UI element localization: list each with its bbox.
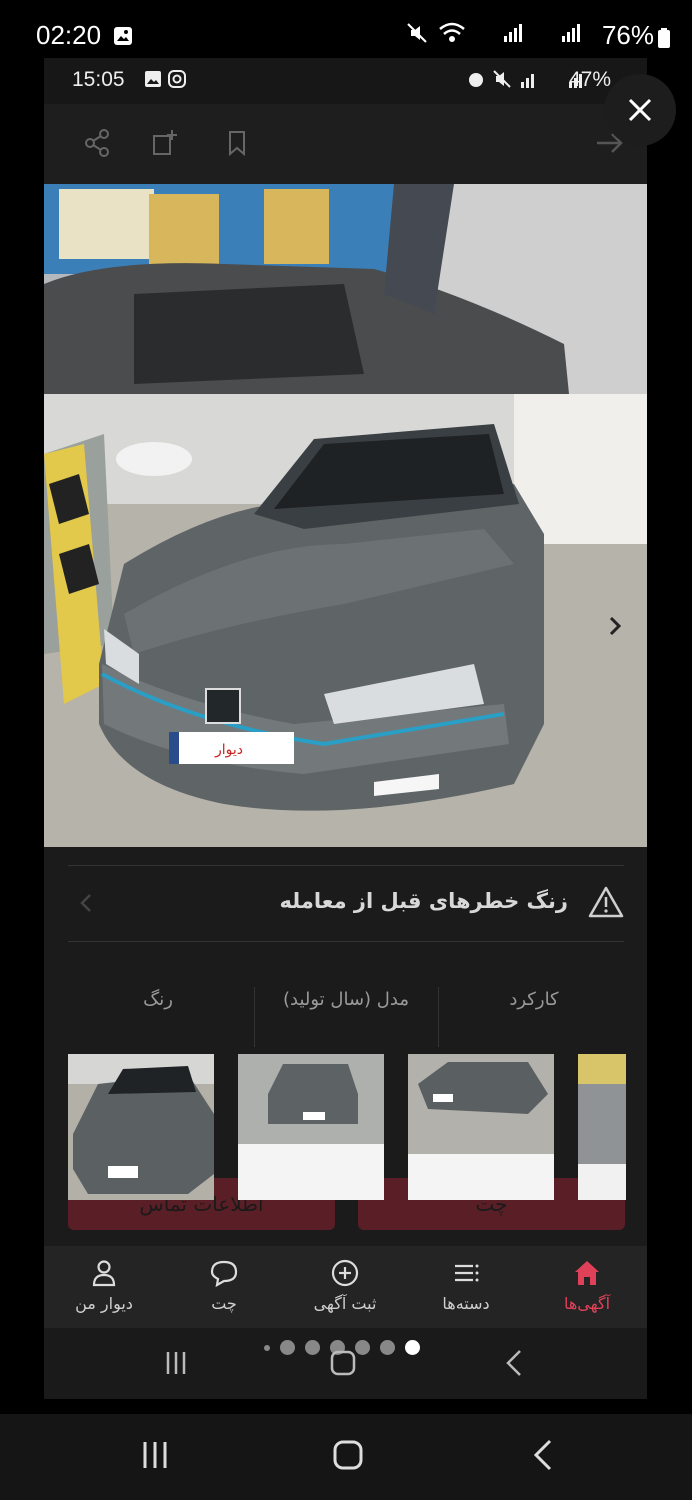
thumbnail[interactable] [408, 1054, 554, 1200]
nav-my-divar[interactable]: دیوار من [44, 1246, 164, 1328]
close-icon [628, 98, 652, 122]
user-icon [92, 1260, 116, 1287]
home-icon [575, 1261, 599, 1285]
divider [68, 941, 624, 942]
car-photo: دیوار [44, 184, 647, 847]
instagram-icon [168, 70, 186, 88]
inner-clock: 15:05 [72, 68, 125, 91]
nav-label: آگهی‌ها [563, 1294, 611, 1313]
warning-icon [588, 886, 624, 918]
nav-label: ثبت آگهی [313, 1294, 377, 1313]
add-icon [331, 1259, 359, 1287]
home-button-icon [330, 1350, 356, 1376]
gallery-next-icon[interactable] [603, 614, 627, 638]
color-label: رنگ [143, 989, 173, 1010]
bookmark-icon[interactable] [222, 128, 252, 158]
categories-icon [455, 1264, 479, 1282]
thumbnail[interactable] [68, 1054, 214, 1200]
page-dot-active [405, 1340, 420, 1355]
outer-battery-percent: 76% [601, 20, 654, 50]
page-dot [355, 1340, 370, 1355]
back-icon[interactable] [532, 1438, 554, 1472]
ad-specs: رنگ مدل (سال تولید) کارکرد [68, 977, 624, 1047]
page-dot [280, 1340, 295, 1355]
nav-chat[interactable]: چت [164, 1246, 284, 1328]
outer-system-navigation [0, 1414, 692, 1500]
plate-text: دیوار [214, 742, 243, 758]
signal-lte2-icon [562, 24, 580, 42]
signal-icon [521, 74, 534, 88]
nav-label: چت [211, 1294, 237, 1313]
page-dot [264, 1344, 270, 1351]
bottom-navigation: دیوار من چت ثبت آگهی دسته‌ها [44, 1246, 647, 1328]
nav-post-ad[interactable]: ثبت آگهی [285, 1246, 405, 1328]
alarm-icon [469, 73, 483, 87]
nav-ads[interactable]: آگهی‌ها [527, 1246, 647, 1328]
nav-categories[interactable]: دسته‌ها [406, 1246, 526, 1328]
gallery-icon [145, 71, 161, 87]
outer-clock: 02:20 [36, 20, 102, 50]
spec-divider [254, 987, 255, 1047]
model-year-label: مدل (سال تولید) [283, 989, 409, 1010]
scam-warning-text: زنگ خطرهای قبل از معامله [279, 889, 568, 913]
thumbnail-image [68, 1054, 214, 1200]
scam-warning-row[interactable]: زنگ خطرهای قبل از معامله [68, 865, 624, 941]
thumbnail-image [408, 1054, 554, 1200]
thumbnail[interactable] [238, 1054, 384, 1200]
share-icon[interactable] [82, 128, 112, 158]
app-screenshot: 15:05 47% دیوار زنگ خطرهای قبل از معامله… [44, 58, 647, 1399]
gallery-notification-icon [114, 27, 132, 45]
nav-label: دیوار من [75, 1294, 133, 1313]
spec-divider [438, 987, 439, 1047]
thumbnail-image [238, 1054, 384, 1200]
outer-system-icons [406, 22, 582, 44]
mileage-label: کارکرد [509, 989, 559, 1010]
nav-label: دسته‌ها [442, 1294, 490, 1313]
report-icon[interactable] [150, 128, 180, 158]
page-dot [380, 1340, 395, 1355]
home-button-icon[interactable] [332, 1438, 364, 1472]
inner-status-bar: 15:05 47% [44, 58, 647, 104]
thumbnail-image [578, 1054, 626, 1200]
close-button[interactable] [604, 74, 676, 146]
wifi-icon [439, 22, 465, 42]
chat-icon [210, 1260, 238, 1288]
inner-notification-icons [144, 70, 186, 88]
inner-system-navigation [44, 1328, 647, 1399]
recents-icon [166, 1352, 186, 1374]
photo-thumbnails [68, 1054, 647, 1200]
mute-icon [493, 70, 511, 88]
battery-icon [658, 28, 670, 48]
signal-lte1-icon [504, 24, 522, 42]
recents-icon[interactable] [140, 1438, 170, 1472]
ad-toolbar [44, 104, 647, 184]
thumbnail[interactable] [578, 1054, 626, 1200]
chevron-left-icon [80, 894, 91, 912]
ad-photo-gallery[interactable]: دیوار [44, 184, 647, 847]
page-dot [305, 1340, 320, 1355]
back-icon [506, 1350, 521, 1376]
mute-icon [407, 23, 427, 43]
